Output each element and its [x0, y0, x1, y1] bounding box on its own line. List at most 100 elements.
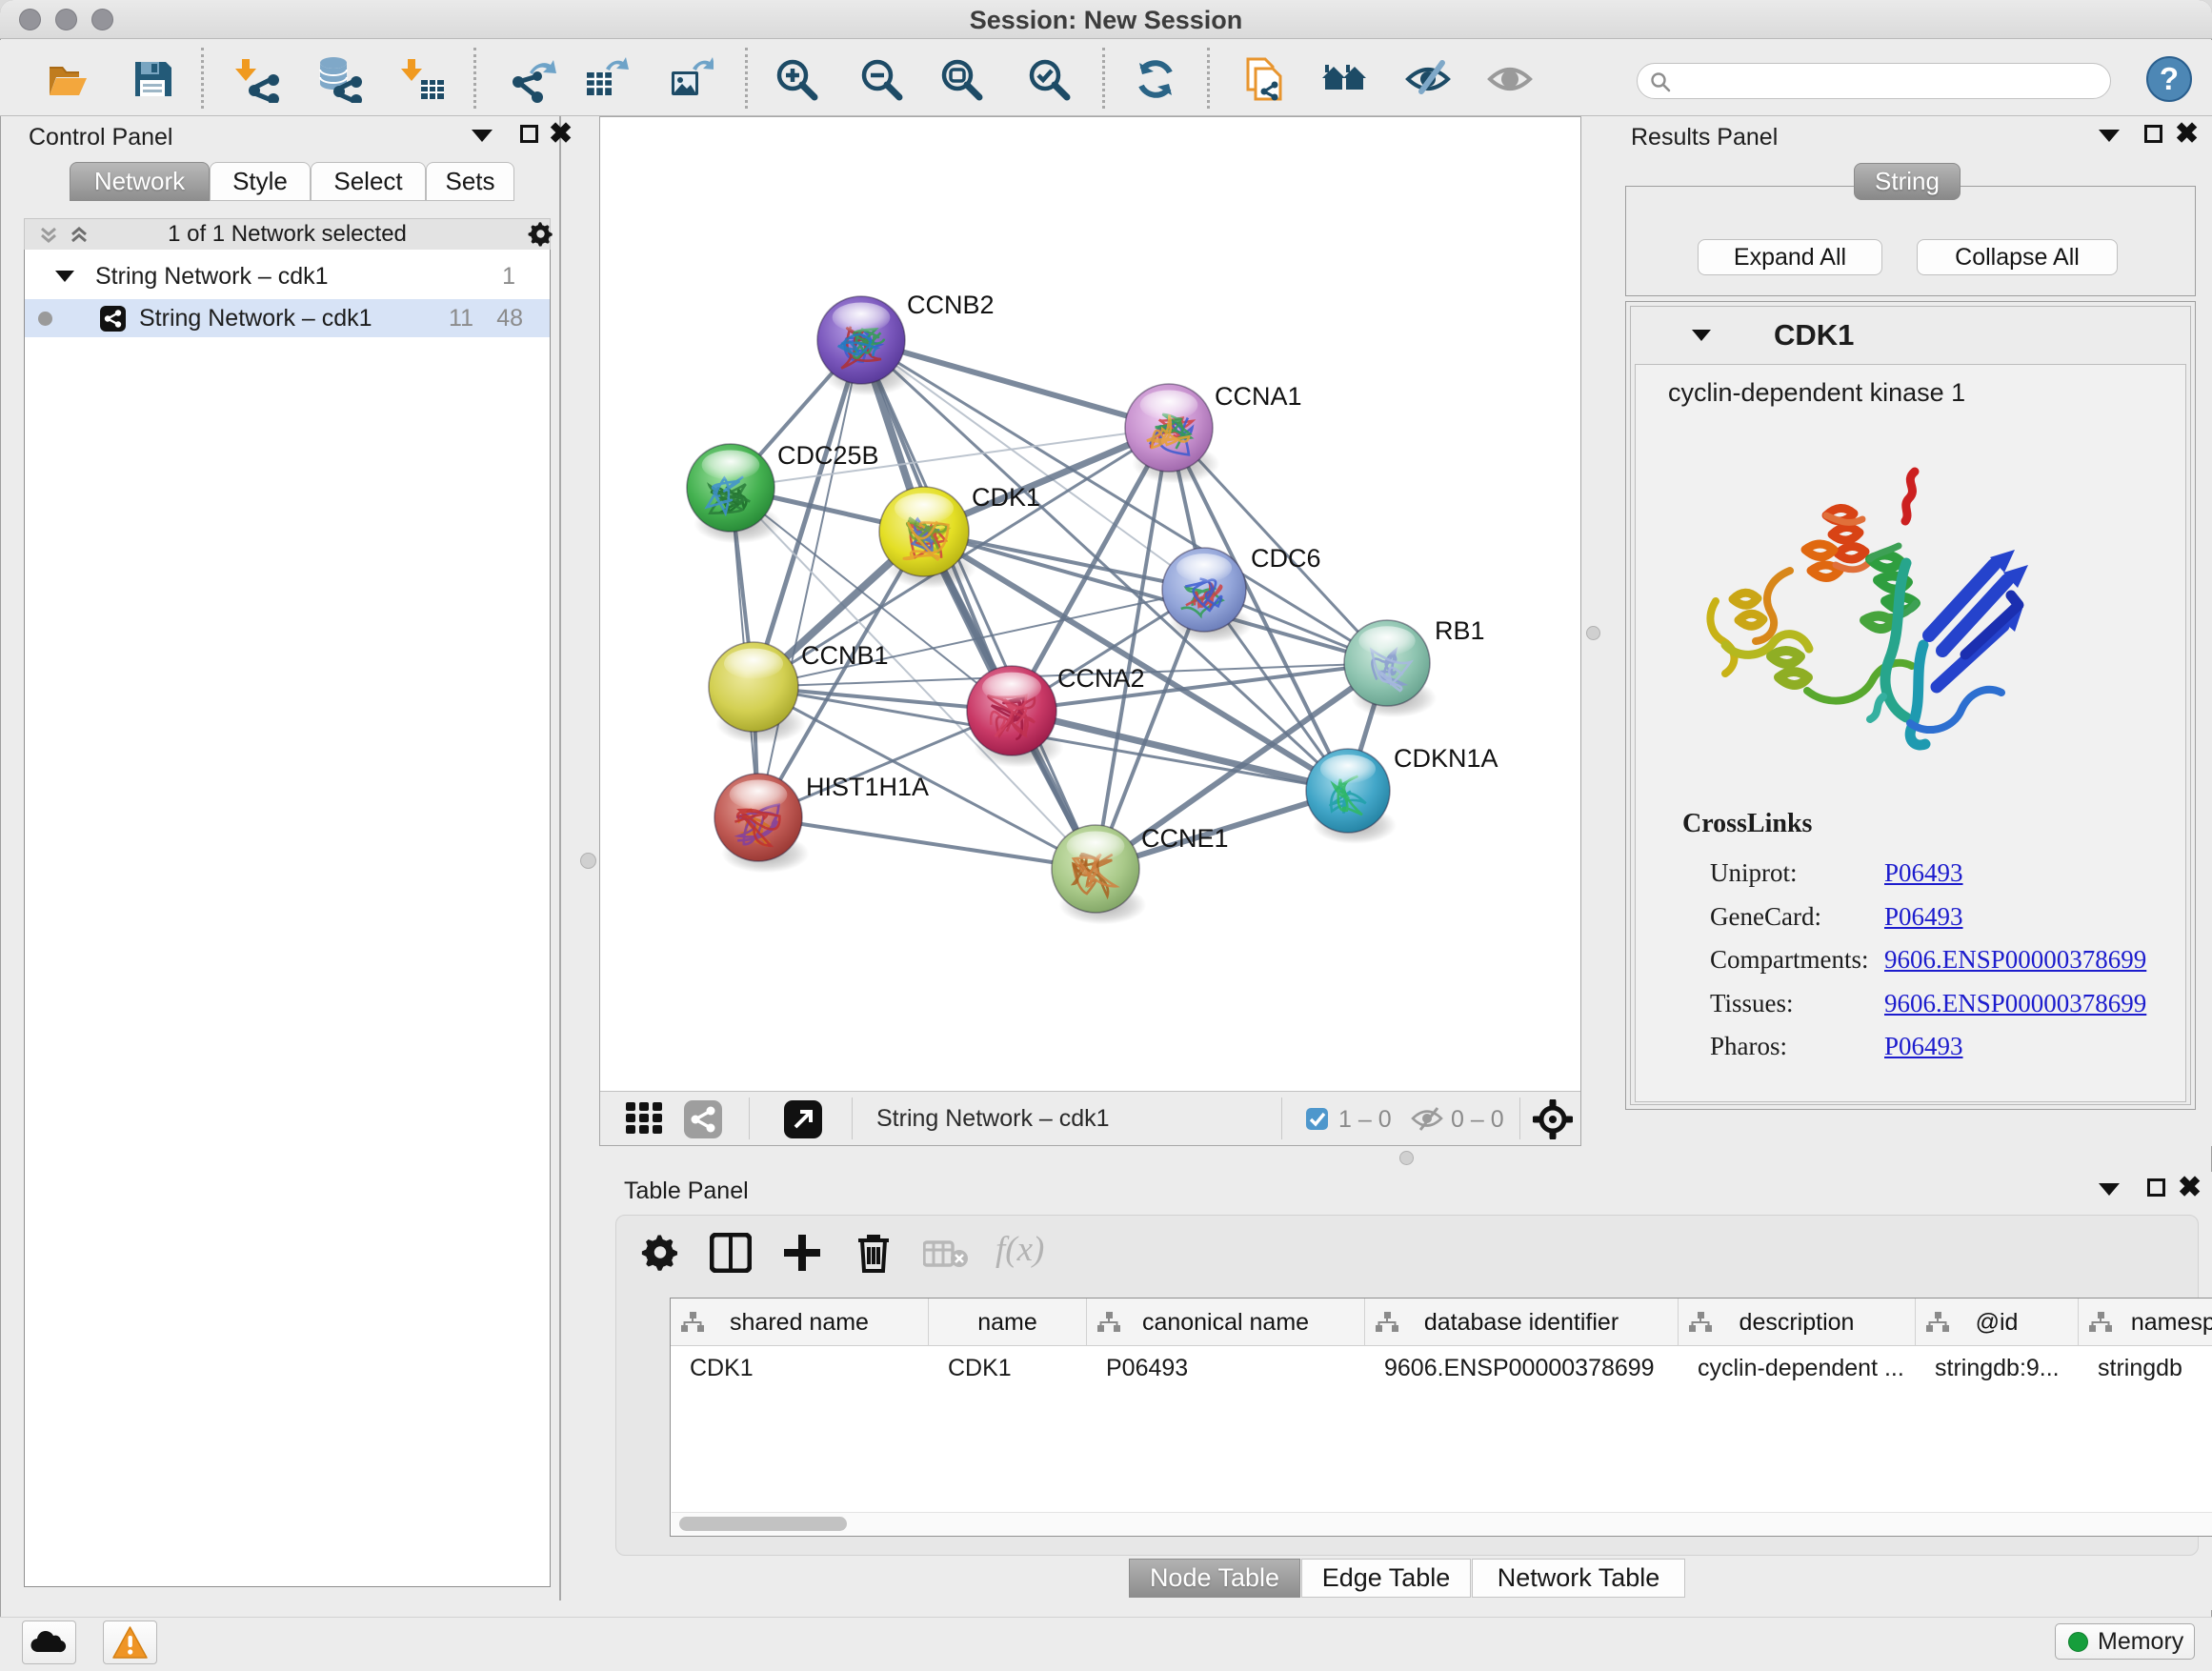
- table-gear-icon[interactable]: [641, 1235, 679, 1273]
- save-session-icon[interactable]: [129, 55, 176, 103]
- show-details-icon[interactable]: [1486, 55, 1534, 103]
- add-column-icon[interactable]: [780, 1231, 824, 1275]
- tab-node-table[interactable]: Node Table: [1129, 1559, 1300, 1598]
- import-table-icon[interactable]: [400, 55, 448, 103]
- gene-header-row[interactable]: CDK1: [1633, 309, 2188, 364]
- help-icon[interactable]: ?: [2145, 55, 2193, 103]
- open-file-icon[interactable]: [43, 55, 90, 103]
- crosslink-link[interactable]: P06493: [1884, 902, 1963, 932]
- column-header[interactable]: description: [1679, 1299, 1916, 1346]
- home-icon[interactable]: [1320, 55, 1368, 103]
- crosslink-link[interactable]: 9606.ENSP00000378699: [1884, 989, 2146, 1018]
- column-header[interactable]: shared name: [671, 1299, 929, 1346]
- network-row[interactable]: String Network – cdk1 11 48: [25, 299, 550, 337]
- table-cell[interactable]: stringdb:9...: [1916, 1346, 2079, 1388]
- crosslink-link[interactable]: P06493: [1884, 1032, 1963, 1061]
- table-cell[interactable]: stringdb: [2079, 1346, 2212, 1388]
- hide-details-icon[interactable]: [1404, 55, 1452, 103]
- network-collection-row[interactable]: String Network – cdk1 1: [25, 257, 550, 295]
- warning-icon: [104, 1621, 156, 1663]
- hidden-eye-icon: [1411, 1106, 1443, 1132]
- table-cell[interactable]: cyclin-dependent ...: [1679, 1346, 1916, 1388]
- import-network-from-database-icon[interactable]: [314, 55, 362, 103]
- crosslink-label: GeneCard:: [1710, 902, 1821, 931]
- birds-eye-view-icon[interactable]: [626, 1102, 666, 1135]
- tab-edge-table[interactable]: Edge Table: [1301, 1559, 1471, 1598]
- node-label-RB1: RB1: [1435, 616, 1485, 645]
- collapse-all-button[interactable]: Collapse All: [1917, 239, 2118, 275]
- tab-network-table[interactable]: Network Table: [1472, 1559, 1685, 1598]
- network-canvas[interactable]: CCNB2CCNA1CDC25BCDK1CDC6RB1CCNB1CCNA2CDK…: [600, 117, 1580, 1091]
- zoom-fit-icon[interactable]: [937, 55, 985, 103]
- cloud-button[interactable]: [22, 1621, 76, 1664]
- table-panel-float-icon[interactable]: [2147, 1178, 2165, 1197]
- network-collection-label: String Network – cdk1: [95, 257, 329, 295]
- table-panel-collapse-icon[interactable]: [2099, 1183, 2120, 1196]
- table-cell[interactable]: 9606.ENSP00000378699: [1365, 1346, 1679, 1388]
- node-label-CCNB1: CCNB1: [801, 641, 889, 670]
- clone-network-icon[interactable]: [1240, 55, 1288, 103]
- results-buttons-box: Expand All Collapse All: [1625, 186, 2196, 296]
- crosslink-link[interactable]: 9606.ENSP00000378699: [1884, 945, 2146, 975]
- show-columns-icon[interactable]: [710, 1233, 752, 1273]
- column-header[interactable]: database identifier: [1365, 1299, 1679, 1346]
- network-selection-bar: 1 of 1 Network selected: [24, 218, 551, 251]
- tab-style[interactable]: Style: [210, 162, 311, 201]
- import-network-icon[interactable]: [234, 55, 282, 103]
- table-cell[interactable]: CDK1: [929, 1346, 1087, 1388]
- control-panel-close-icon[interactable]: ✖: [549, 125, 573, 143]
- network-share-icon[interactable]: [684, 1100, 722, 1138]
- results-panel-float-icon[interactable]: [2144, 125, 2162, 143]
- results-panel-collapse-icon[interactable]: [2099, 130, 2120, 142]
- table-cell[interactable]: P06493: [1087, 1346, 1365, 1388]
- results-panel-close-icon[interactable]: ✖: [2175, 125, 2199, 143]
- export-table-icon[interactable]: [581, 55, 629, 103]
- expand-all-button[interactable]: Expand All: [1698, 239, 1882, 275]
- column-header[interactable]: namespace: [2079, 1299, 2212, 1346]
- network-type-icon: [100, 306, 126, 332]
- toolbar-separator: [1519, 1097, 1520, 1139]
- gene-collapse-icon[interactable]: [1692, 330, 1711, 341]
- right-splitter-handle[interactable]: [1579, 618, 1613, 653]
- table-cell[interactable]: CDK1: [671, 1346, 929, 1388]
- zoom-selected-icon[interactable]: [1025, 55, 1073, 103]
- node-CCNB1[interactable]: CCNB1: [709, 641, 889, 744]
- node-CCNA1[interactable]: CCNA1: [1125, 382, 1302, 483]
- tab-string[interactable]: String: [1854, 163, 1961, 200]
- node-CCNB2[interactable]: CCNB2: [817, 291, 995, 395]
- horizontal-scrollbar[interactable]: [672, 1512, 2212, 1535]
- tab-sets[interactable]: Sets: [426, 162, 514, 201]
- crosslink-link[interactable]: P06493: [1884, 858, 1963, 888]
- fit-selected-icon[interactable]: [1533, 1099, 1573, 1139]
- control-panel-collapse-icon[interactable]: [472, 130, 493, 142]
- node-HIST1H1A[interactable]: HIST1H1A: [714, 773, 929, 873]
- selected-checkbox-icon[interactable]: [1306, 1108, 1328, 1130]
- tab-network[interactable]: Network: [70, 162, 210, 201]
- export-image-icon[interactable]: [666, 55, 714, 103]
- node-RB1[interactable]: RB1: [1344, 616, 1485, 717]
- open-in-new-window-icon[interactable]: [784, 1100, 822, 1138]
- table-panel-close-icon[interactable]: ✖: [2178, 1178, 2202, 1197]
- column-header[interactable]: canonical name: [1087, 1299, 1365, 1346]
- column-header-label: @id: [1916, 1299, 2078, 1346]
- cloud-icon: [23, 1621, 75, 1663]
- node-table: shared namenamecanonical namedatabase id…: [670, 1298, 2212, 1537]
- zoom-out-icon[interactable]: [857, 55, 905, 103]
- scrollbar-thumb[interactable]: [679, 1517, 847, 1531]
- refresh-icon[interactable]: [1132, 55, 1179, 103]
- warnings-button[interactable]: [103, 1621, 157, 1664]
- node-CDK1[interactable]: CDK1: [879, 483, 1040, 589]
- delete-column-icon[interactable]: [853, 1231, 895, 1275]
- memory-button[interactable]: Memory: [2055, 1623, 2195, 1660]
- node-CCNA2[interactable]: CCNA2: [967, 664, 1145, 768]
- column-header[interactable]: @id: [1916, 1299, 2079, 1346]
- tree-expand-icon[interactable]: [55, 271, 74, 282]
- control-panel-float-icon[interactable]: [520, 125, 538, 143]
- gear-icon[interactable]: [528, 222, 553, 248]
- node-CDKN1A[interactable]: CDKN1A: [1306, 744, 1498, 844]
- tab-select[interactable]: Select: [311, 162, 426, 201]
- search-input[interactable]: [1637, 63, 2111, 99]
- export-network-icon[interactable]: [509, 55, 556, 103]
- column-header[interactable]: name: [929, 1299, 1087, 1346]
- zoom-in-icon[interactable]: [773, 55, 820, 103]
